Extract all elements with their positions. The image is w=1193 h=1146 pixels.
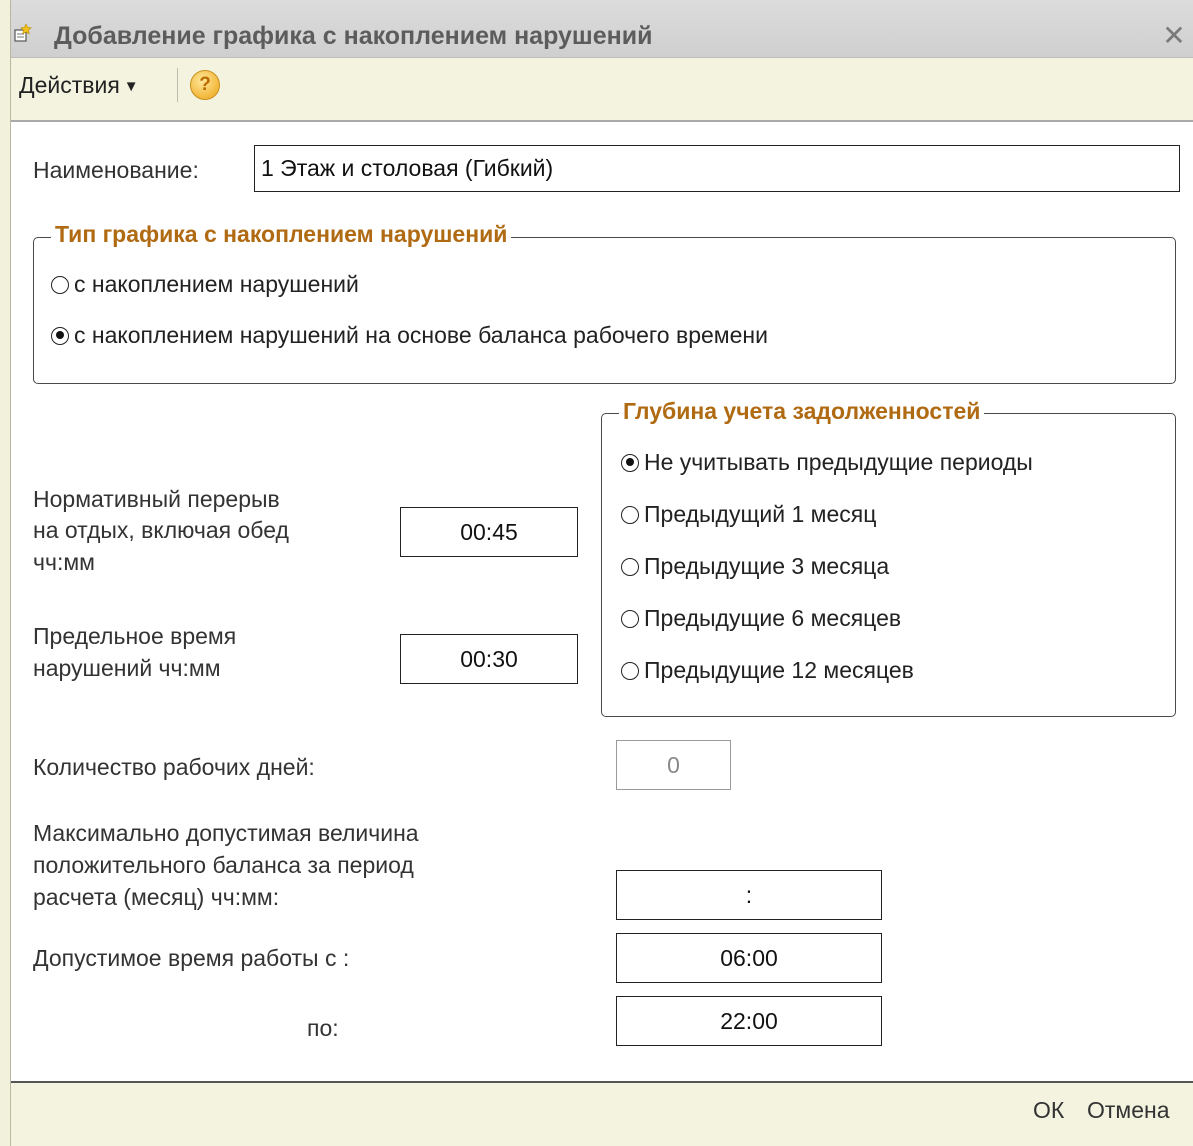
ok-button[interactable]: ОК xyxy=(1033,1097,1064,1124)
schedule-type-option-accumulation[interactable]: с накоплением нарушений xyxy=(51,271,359,298)
radio-label: с накоплением нарушений xyxy=(74,271,359,297)
schedule-type-group xyxy=(33,237,1176,384)
radio-icon xyxy=(621,557,639,576)
work-days-label: Количество рабочих дней: xyxy=(33,754,315,780)
schedule-type-option-balance[interactable]: с накоплением нарушений на основе баланс… xyxy=(51,322,768,349)
radio-icon xyxy=(621,661,639,680)
debt-depth-option-6-months[interactable]: Предыдущие 6 месяцев xyxy=(621,605,901,632)
dialog-window: Добавление графика с накоплением нарушен… xyxy=(0,0,1193,1146)
radio-checked-icon xyxy=(51,326,69,345)
dropdown-arrow-icon: ▼ xyxy=(123,78,139,95)
max-balance-label-line-3: расчета (месяц) чч:мм: xyxy=(33,884,280,910)
work-to-field[interactable] xyxy=(616,996,882,1046)
actions-menu-label: Действия xyxy=(19,72,120,98)
window-title: Добавление графика с накоплением нарушен… xyxy=(54,22,653,50)
debt-depth-option-1-month[interactable]: Предыдущий 1 месяц xyxy=(621,501,876,528)
debt-depth-option-3-months[interactable]: Предыдущие 3 месяца xyxy=(621,553,889,580)
radio-label: Не учитывать предыдущие периоды xyxy=(644,449,1033,475)
radio-icon xyxy=(51,275,69,294)
radio-checked-icon xyxy=(621,453,639,472)
toolbar-separator xyxy=(177,68,178,102)
radio-label: Предыдущие 12 месяцев xyxy=(644,657,914,683)
add-document-icon xyxy=(14,24,32,42)
close-icon[interactable]: ✕ xyxy=(1160,22,1188,50)
radio-icon xyxy=(621,505,639,524)
break-time-label-line-1: Нормативный перерыв xyxy=(33,486,280,512)
debt-depth-option-12-months[interactable]: Предыдущие 12 месяцев xyxy=(621,657,914,684)
max-balance-label-line-2: положительного баланса за период xyxy=(33,852,414,878)
schedule-type-group-title: Тип графика с накоплением нарушений xyxy=(51,220,512,248)
break-time-field[interactable] xyxy=(400,507,578,557)
footer-bar xyxy=(0,1081,1193,1146)
break-time-label-line-3: чч:мм xyxy=(33,549,95,575)
radio-label: с накоплением нарушений на основе баланс… xyxy=(74,322,768,348)
violation-limit-label-line-2: нарушений чч:мм xyxy=(33,655,221,681)
cancel-button[interactable]: Отмена xyxy=(1087,1097,1170,1124)
actions-menu-button[interactable]: Действия ▼ xyxy=(19,72,139,99)
help-icon[interactable]: ? xyxy=(190,70,220,100)
name-label: Наименование: xyxy=(33,157,199,183)
work-to-label: по: xyxy=(307,1015,339,1041)
work-days-field xyxy=(616,740,731,790)
title-bar: Добавление графика с накоплением нарушен… xyxy=(0,0,1193,58)
break-time-label-line-2: на отдых, включая обед xyxy=(33,517,289,543)
name-field[interactable] xyxy=(254,145,1180,192)
debt-depth-group-title: Глубина учета задолженностей xyxy=(619,397,985,425)
radio-icon xyxy=(621,609,639,628)
debt-depth-option-none[interactable]: Не учитывать предыдущие периоды xyxy=(621,449,1033,476)
max-balance-label-line-1: Максимально допустимая величина xyxy=(33,820,419,846)
radio-label: Предыдущий 1 месяц xyxy=(644,501,877,527)
work-from-label: Допустимое время работы с : xyxy=(33,945,350,971)
violation-limit-label-line-1: Предельное время xyxy=(33,623,237,649)
radio-label: Предыдущие 6 месяцев xyxy=(644,605,902,631)
max-balance-field[interactable] xyxy=(616,870,882,920)
work-from-field[interactable] xyxy=(616,933,882,983)
toolbar xyxy=(0,58,1193,122)
radio-label: Предыдущие 3 месяца xyxy=(644,553,890,579)
violation-limit-field[interactable] xyxy=(400,634,578,684)
